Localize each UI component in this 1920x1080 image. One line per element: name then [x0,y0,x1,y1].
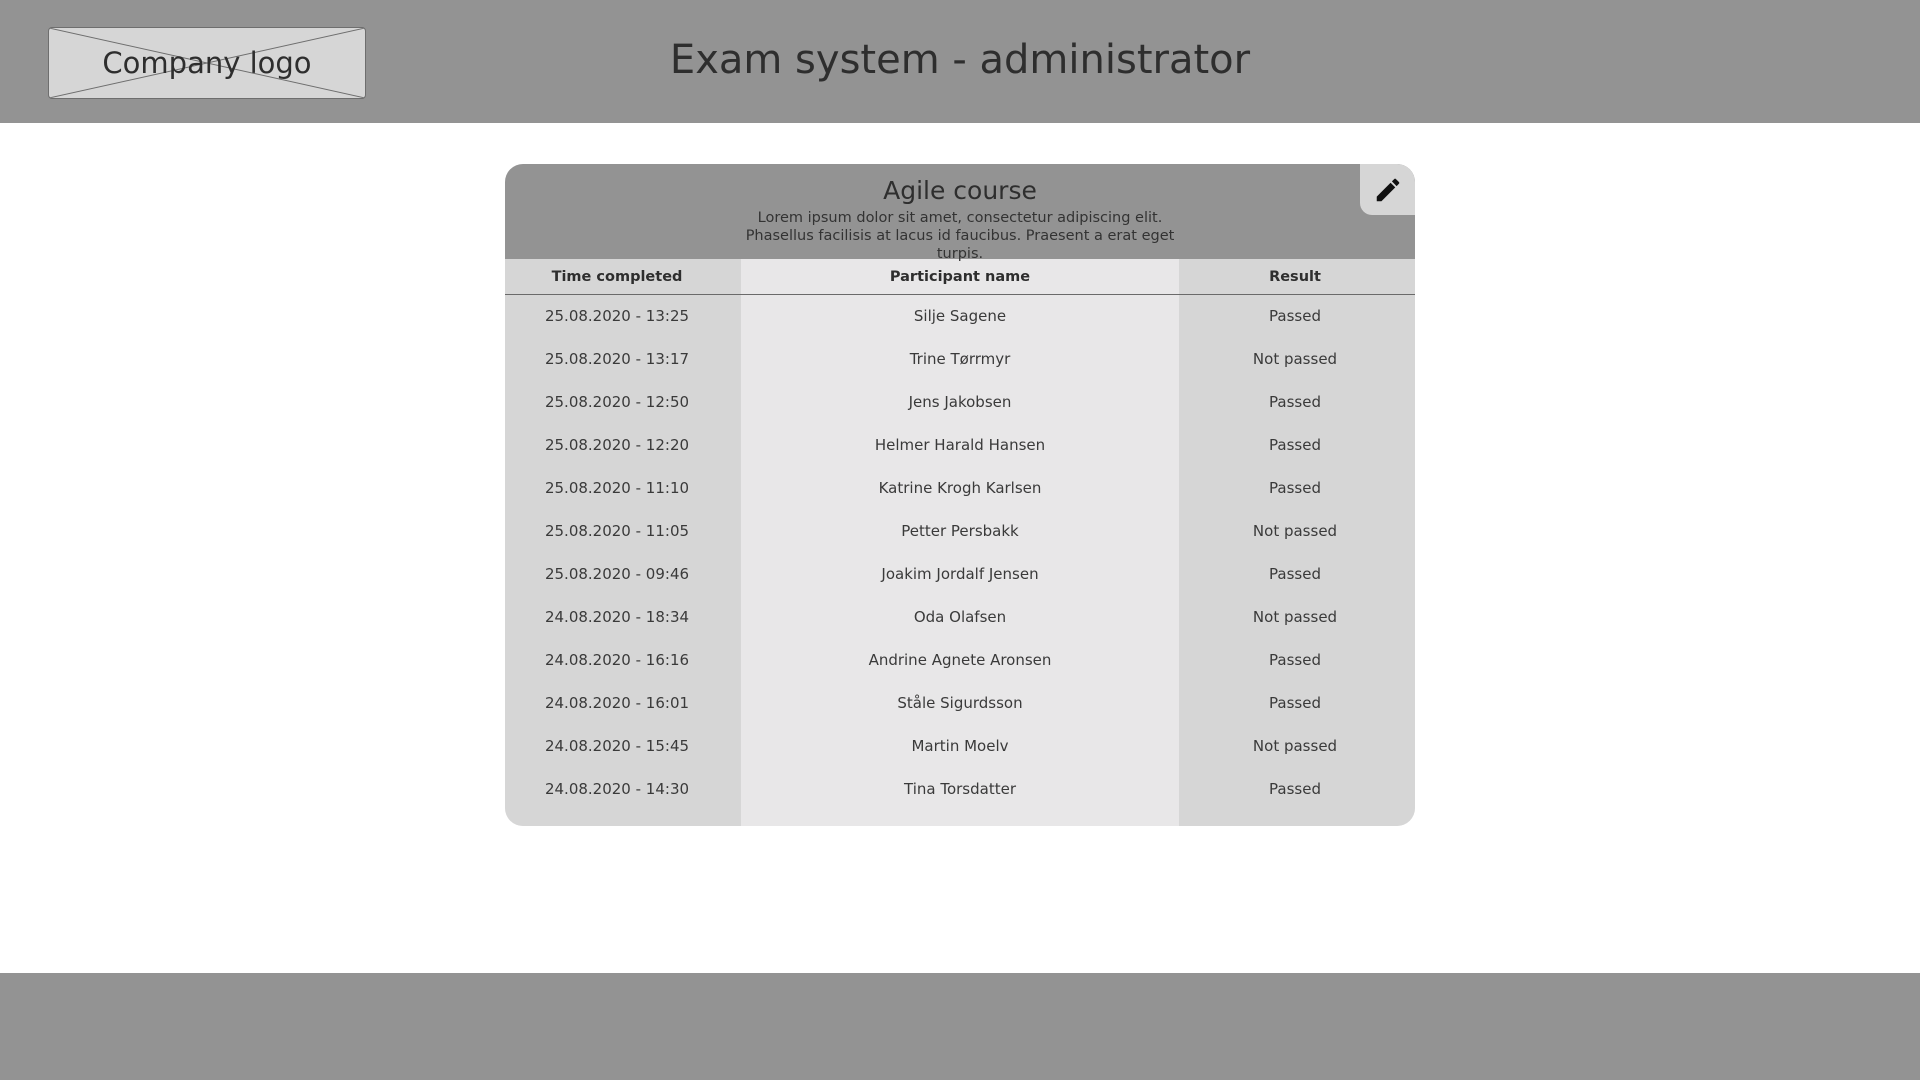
result-cell: Passed [1269,565,1321,583]
table-row[interactable]: 25.08.2020 - 11:05 Petter Persbakk Not p… [505,510,1415,553]
column-header-result[interactable]: Result [1179,259,1411,295]
table-row[interactable]: 25.08.2020 - 11:10 Katrine Krogh Karlsen… [505,467,1415,510]
table-header: Time completed Participant name Result [505,259,1415,295]
participant-cell: Oda Olafsen [913,608,1007,626]
participant-cell: Ståle Sigurdsson [897,694,1023,712]
time-cell: 24.08.2020 - 16:16 [544,651,690,669]
result-cell: Passed [1269,694,1321,712]
app-header: Company logo Exam system - administrator [0,0,1920,123]
participant-cell: Trine Tørrmyr [909,350,1011,368]
result-cell: Passed [1269,479,1321,497]
time-cell: 25.08.2020 - 09:46 [544,565,690,583]
time-cell: 25.08.2020 - 11:05 [544,522,690,540]
result-cell: Passed [1269,436,1321,454]
participant-cell: Jens Jakobsen [908,393,1012,411]
page-title: Exam system - administrator [669,37,1251,83]
table-row[interactable]: 25.08.2020 - 13:25 Silje Sagene Passed [505,295,1415,338]
result-cell: Not passed [1252,350,1338,368]
table-row[interactable]: 24.08.2020 - 16:16 Andrine Agnete Aronse… [505,639,1415,682]
pencil-icon [1376,178,1399,201]
column-header-time[interactable]: Time completed [505,259,729,295]
time-cell: 24.08.2020 - 15:45 [544,737,690,755]
table-row[interactable]: 24.08.2020 - 16:01 Ståle Sigurdsson Pass… [505,682,1415,725]
time-cell: 24.08.2020 - 14:30 [544,780,690,798]
course-title: Agile course [883,176,1037,205]
table-row[interactable]: 25.08.2020 - 12:50 Jens Jakobsen Passed [505,381,1415,424]
result-cell: Not passed [1252,737,1338,755]
participant-cell: Helmer Harald Hansen [874,436,1046,454]
time-cell: 24.08.2020 - 16:01 [544,694,690,712]
results-table-body: 25.08.2020 - 13:25 Silje Sagene Passed 2… [505,295,1415,811]
result-cell: Not passed [1252,608,1338,626]
table-row[interactable]: 25.08.2020 - 09:46 Joakim Jordalf Jensen… [505,553,1415,596]
time-cell: 25.08.2020 - 12:50 [544,393,690,411]
result-cell: Passed [1269,780,1321,798]
participant-cell: Joakim Jordalf Jensen [881,565,1039,583]
app-footer [0,973,1920,1080]
result-cell: Passed [1269,307,1321,325]
participant-cell: Petter Persbakk [901,522,1019,540]
course-description: Lorem ipsum dolor sit amet, consectetur … [745,210,1175,262]
participant-cell: Martin Moelv [911,737,1009,755]
participant-cell: Andrine Agnete Aronsen [868,651,1052,669]
participant-cell: Tina Torsdatter [904,780,1016,798]
participant-cell: Silje Sagene [913,307,1007,325]
participant-cell: Katrine Krogh Karlsen [878,479,1042,497]
course-header: Agile course Lorem ipsum dolor sit amet,… [505,164,1415,262]
result-cell: Not passed [1252,522,1338,540]
time-cell: 25.08.2020 - 12:20 [544,436,690,454]
result-cell: Passed [1269,393,1321,411]
time-cell: 25.08.2020 - 11:10 [544,479,690,497]
table-row[interactable]: 24.08.2020 - 14:30 Tina Torsdatter Passe… [505,768,1415,811]
time-cell: 25.08.2020 - 13:25 [544,307,690,325]
time-cell: 24.08.2020 - 18:34 [544,608,690,626]
course-results-card: Agile course Lorem ipsum dolor sit amet,… [505,164,1415,826]
table-row[interactable]: 24.08.2020 - 15:45 Martin Moelv Not pass… [505,725,1415,768]
column-header-participant[interactable]: Participant name [741,259,1179,295]
table-row[interactable]: 25.08.2020 - 12:20 Helmer Harald Hansen … [505,424,1415,467]
edit-course-button[interactable] [1360,164,1415,215]
time-cell: 25.08.2020 - 13:17 [544,350,690,368]
table-row[interactable]: 24.08.2020 - 18:34 Oda Olafsen Not passe… [505,596,1415,639]
result-cell: Passed [1269,651,1321,669]
table-row[interactable]: 25.08.2020 - 13:17 Trine Tørrmyr Not pas… [505,338,1415,381]
